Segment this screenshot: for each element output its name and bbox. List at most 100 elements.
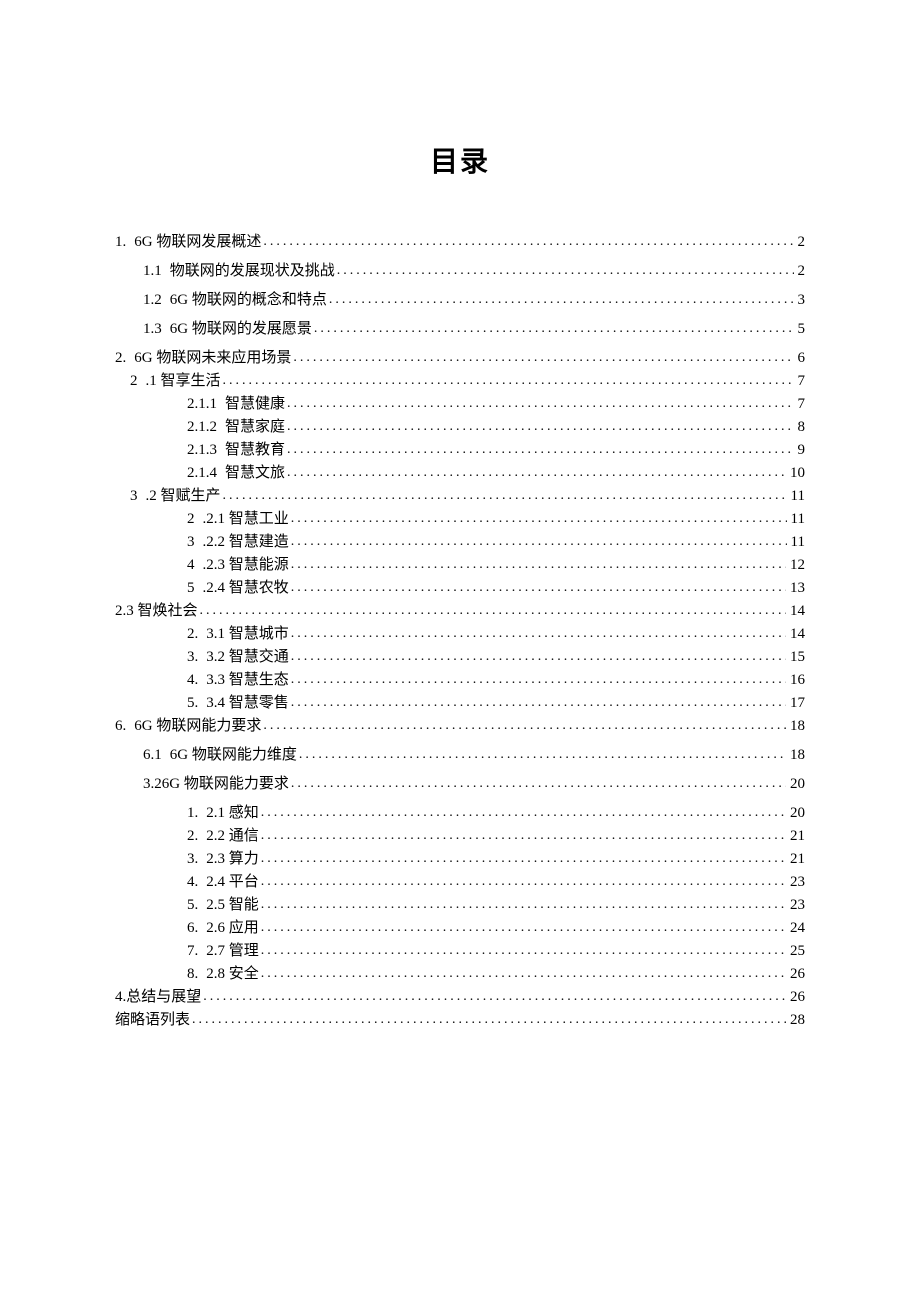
toc-entry[interactable]: 2.2.1 智慧工业..............................… bbox=[187, 512, 805, 527]
toc-entry-label: .2.2 智慧建造 bbox=[203, 535, 289, 550]
toc-entry[interactable]: 5 .2.4 智慧农牧..............................… bbox=[187, 581, 805, 596]
toc-entry-label: 4.总结与展望 bbox=[115, 990, 201, 1005]
toc-entry[interactable]: 5.3.4 智慧零售..............................… bbox=[187, 696, 805, 711]
toc-entry[interactable]: 1.26G 物联网的概念和特点.........................… bbox=[143, 293, 805, 308]
toc-entry-number: 2.1.2 bbox=[187, 420, 217, 435]
toc-entry-page: 23 bbox=[790, 898, 805, 913]
toc-entry-label: 2.5 智能 bbox=[206, 898, 259, 913]
toc-entry-label: 3.1 智慧城市 bbox=[206, 627, 289, 642]
toc-leader-dots: ........................................… bbox=[291, 535, 787, 549]
toc-entry-number: 2.1.4 bbox=[187, 466, 217, 481]
toc-entry[interactable]: 2.3 智焕社会................................… bbox=[115, 604, 805, 619]
toc-entry-page: 26 bbox=[790, 967, 805, 982]
toc-entry[interactable]: 4.2.3 智慧能源..............................… bbox=[187, 558, 805, 573]
toc-entry-number: 8. bbox=[187, 967, 198, 982]
toc-entry[interactable]: 4.2.4 平台................................… bbox=[187, 875, 805, 890]
toc-entry-label: .2.4 智慧农牧 bbox=[203, 581, 289, 596]
toc-entry[interactable]: 3.2.3 算力................................… bbox=[187, 852, 805, 867]
toc-entry-page: 9 bbox=[798, 443, 806, 458]
toc-entry[interactable]: 6.16G 物联网能力维度...........................… bbox=[143, 748, 805, 763]
toc-entry-page: 10 bbox=[790, 466, 805, 481]
toc-entry[interactable]: 2.6G 物联网未来应用场景..........................… bbox=[115, 351, 805, 366]
toc-entry-page: 15 bbox=[790, 650, 805, 665]
toc-entry[interactable]: 6.6G 物联网能力要求............................… bbox=[115, 719, 805, 734]
toc-entry[interactable]: 4.3.3 智慧生态..............................… bbox=[187, 673, 805, 688]
toc-leader-dots: ........................................… bbox=[291, 777, 786, 791]
toc-entry-label: 6G 物联网发展概述 bbox=[134, 235, 261, 250]
toc-entry[interactable]: 2.2.2 通信................................… bbox=[187, 829, 805, 844]
toc-entry-number: 5 bbox=[187, 581, 195, 596]
toc-leader-dots: ........................................… bbox=[291, 558, 786, 572]
toc-entry-label: 2.4 平台 bbox=[206, 875, 259, 890]
toc-entry-page: 2 bbox=[798, 264, 806, 279]
toc-entry-label: 3.3 智慧生态 bbox=[206, 673, 289, 688]
toc-leader-dots: ........................................… bbox=[314, 322, 794, 336]
toc-entry[interactable]: 1.36G 物联网的发展愿景..........................… bbox=[143, 322, 805, 337]
toc-leader-dots: ........................................… bbox=[291, 512, 787, 526]
toc-entry-label: 2.1 感知 bbox=[206, 806, 259, 821]
toc-entry[interactable]: 2. 3.1 智慧城市..............................… bbox=[187, 627, 805, 642]
toc-entry[interactable]: 2.1.3智慧教育...............................… bbox=[187, 443, 805, 458]
toc-entry-number: 5. bbox=[187, 696, 198, 711]
toc-entry[interactable]: 1.2.1 感知................................… bbox=[187, 806, 805, 821]
toc-entry-label: .1 智享生活 bbox=[146, 374, 221, 389]
toc-entry-page: 26 bbox=[790, 990, 805, 1005]
toc-entry-label: 智慧教育 bbox=[225, 443, 285, 458]
toc-leader-dots: ........................................… bbox=[287, 443, 793, 457]
toc-leader-dots: ........................................… bbox=[223, 489, 787, 503]
toc-entry-number: 6.1 bbox=[143, 748, 162, 763]
toc-entry[interactable]: 7.2.7 管理................................… bbox=[187, 944, 805, 959]
toc-entry[interactable]: 2.1 智享生活................................… bbox=[130, 374, 805, 389]
toc-leader-dots: ........................................… bbox=[291, 673, 786, 687]
toc-entry[interactable]: 6.2.6 应用................................… bbox=[187, 921, 805, 936]
toc-leader-dots: ........................................… bbox=[261, 921, 786, 935]
toc-entry-label: 6G 物联网的概念和特点 bbox=[170, 293, 327, 308]
toc-entry[interactable]: 4.总结与展望.................................… bbox=[115, 990, 805, 1005]
toc-entry-page: 21 bbox=[790, 852, 805, 867]
toc-leader-dots: ........................................… bbox=[291, 627, 786, 641]
toc-entry-page: 18 bbox=[790, 748, 805, 763]
toc-entry-number: 1.3 bbox=[143, 322, 162, 337]
toc-entry[interactable]: 3.3.2 智慧交通..............................… bbox=[187, 650, 805, 665]
toc-leader-dots: ........................................… bbox=[261, 829, 786, 843]
toc-entry-label: 2.6 应用 bbox=[206, 921, 259, 936]
toc-entry[interactable]: 1.6G 物联网发展概述............................… bbox=[115, 235, 805, 250]
toc-entry-page: 18 bbox=[790, 719, 805, 734]
toc-entry-label: 智慧家庭 bbox=[225, 420, 285, 435]
toc-entry-number: 2 bbox=[187, 512, 195, 527]
toc-leader-dots: ........................................… bbox=[291, 581, 786, 595]
toc-entry-number: 6. bbox=[115, 719, 126, 734]
toc-entry-number: 7. bbox=[187, 944, 198, 959]
toc-leader-dots: ........................................… bbox=[261, 875, 786, 889]
toc-title: 目录 bbox=[115, 140, 805, 180]
toc-entry[interactable]: 2.1.4智慧文旅...............................… bbox=[187, 466, 805, 481]
toc-entry-label: 2.8 安全 bbox=[206, 967, 259, 982]
toc-entry-label: 2.2 通信 bbox=[206, 829, 259, 844]
toc-entry[interactable]: 2.1.1智慧健康...............................… bbox=[187, 397, 805, 412]
toc-entry[interactable]: 8.2.8 安全................................… bbox=[187, 967, 805, 982]
toc-entry[interactable]: 3.2 智赋生产................................… bbox=[130, 489, 805, 504]
toc-entry-page: 13 bbox=[790, 581, 805, 596]
toc-leader-dots: ........................................… bbox=[261, 944, 786, 958]
toc-leader-dots: ........................................… bbox=[287, 420, 793, 434]
toc-entry[interactable]: 3.26G 物联网能力要求...........................… bbox=[143, 777, 805, 792]
toc-entry-page: 20 bbox=[790, 806, 805, 821]
toc-entry-number: 2. bbox=[187, 627, 198, 642]
toc-entry[interactable]: 3 .2.2 智慧建造..............................… bbox=[187, 535, 805, 550]
toc-entry-page: 5 bbox=[798, 322, 806, 337]
toc-entry-label: 缩略语列表 bbox=[115, 1013, 190, 1028]
toc-entry-page: 24 bbox=[790, 921, 805, 936]
toc-leader-dots: ........................................… bbox=[192, 1013, 786, 1027]
toc-leader-dots: ........................................… bbox=[337, 264, 794, 278]
toc-entry-number: 3 bbox=[187, 535, 195, 550]
toc-entry-page: 21 bbox=[790, 829, 805, 844]
toc-leader-dots: ........................................… bbox=[200, 604, 786, 618]
toc-entry[interactable]: 缩略语列表...................................… bbox=[115, 1013, 805, 1028]
toc-entry-number: 2.1.1 bbox=[187, 397, 217, 412]
toc-entry-page: 14 bbox=[790, 604, 805, 619]
toc-entry[interactable]: 5.2.5 智能................................… bbox=[187, 898, 805, 913]
toc-entry-page: 11 bbox=[791, 512, 805, 527]
toc-entry[interactable]: 2.1.2 智慧家庭...............................… bbox=[187, 420, 805, 435]
toc-entry[interactable]: 1.1物联网的发展现状及挑战..........................… bbox=[143, 264, 805, 279]
toc-entry-page: 11 bbox=[791, 535, 805, 550]
